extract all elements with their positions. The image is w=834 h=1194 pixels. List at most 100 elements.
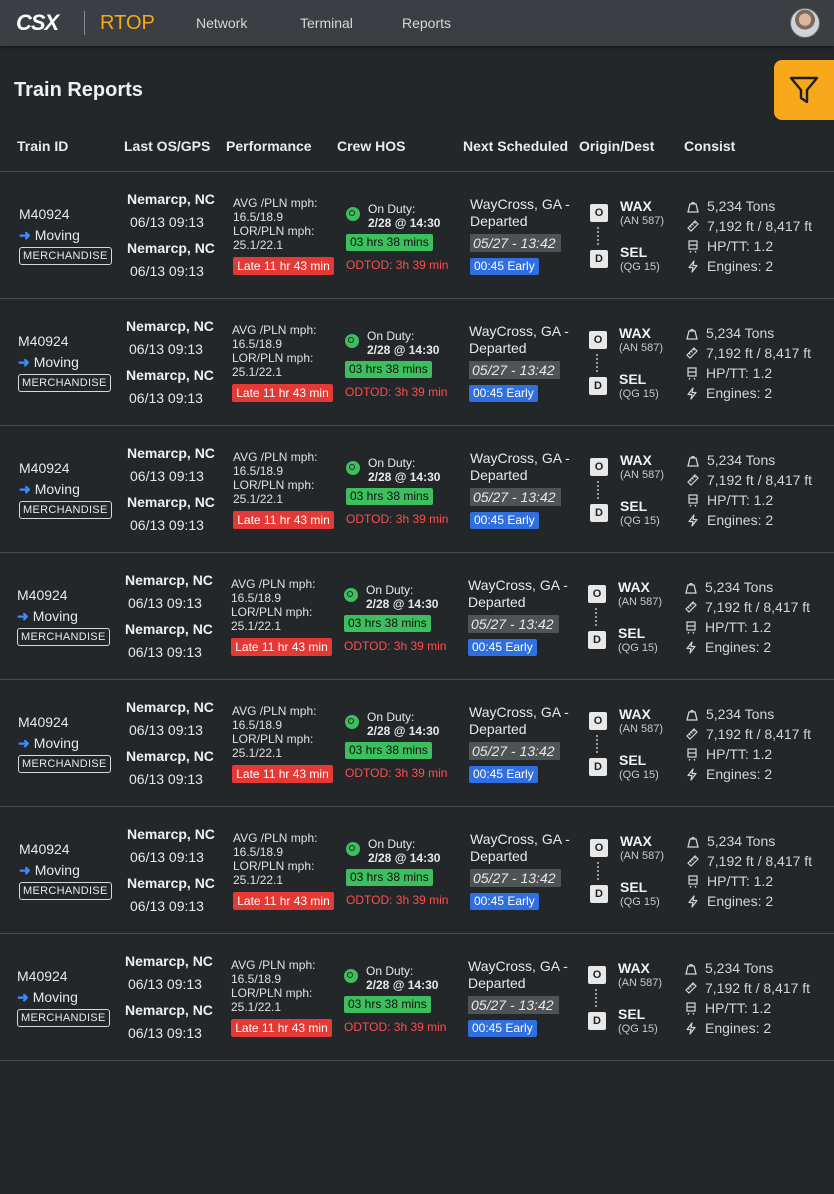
destination-station[interactable]: SEL [618,625,645,641]
train-id[interactable]: M40924 [18,714,69,730]
train-status-label: Moving [34,862,80,878]
train-id[interactable]: M40924 [19,206,70,222]
train-type-badge: MERCHANDISE [18,374,111,392]
origin-station[interactable]: WAX [620,452,652,468]
destination-station-code: (QG 15) [620,515,660,527]
performance-stats: AVG /PLN mph: 16.5/18.9 LOR/PLN mph: 25.… [231,958,315,1014]
next-scheduled: WayCross, GA - Departed [470,831,570,865]
next-location: WayCross, GA - [469,323,569,339]
hptt-value: HP/TT: 1.2 [705,619,772,635]
weight-icon [687,455,699,467]
last-gps-time: 06/13 09:13 [129,771,203,787]
table-row[interactable]: M40924 ➜ Moving MERCHANDISE Nemarcp, NC 0… [0,807,834,934]
origin-station-code: (AN 587) [620,850,665,862]
destination-station[interactable]: SEL [620,498,647,514]
consist-engines: Engines: 2 [686,385,772,401]
origin-station[interactable]: WAX [620,833,652,849]
last-gps-time: 06/13 09:13 [128,1025,202,1041]
col-header-train-id[interactable]: Train ID [17,138,68,154]
app-name[interactable]: RTOP [100,12,155,35]
hos-remaining-badge: 03 hrs 38 mins [346,234,433,251]
arrow-right-icon: ➜ [18,735,30,751]
table-row[interactable]: M40924 ➜ Moving MERCHANDISE Nemarcp, NC 0… [0,426,834,553]
origin-marker: O [590,204,608,222]
scheduled-time: 05/27 - 13:42 [468,996,559,1014]
destination-station[interactable]: SEL [619,752,646,768]
train-id[interactable]: M40924 [17,968,68,984]
consist-length: 7,192 ft / 8,417 ft [686,726,811,742]
early-badge: 00:45 Early [470,258,539,275]
scheduled-time: 05/27 - 13:42 [468,615,559,633]
nav-reports[interactable]: Reports [402,15,451,31]
col-header-next-scheduled[interactable]: Next Scheduled [463,138,568,154]
destination-station[interactable]: SEL [620,244,647,260]
clock-icon [344,969,358,983]
train-status-label: Moving [32,989,78,1005]
last-os-location: Nemarcp, NC [126,699,214,715]
origin-station[interactable]: WAX [619,325,651,341]
avg-pln-label: AVG /PLN mph: [233,831,318,845]
destination-station-code: (QG 15) [620,896,660,908]
origin-station[interactable]: WAX [618,960,650,976]
length-value: 7,192 ft / 8,417 ft [706,345,812,361]
csx-logo[interactable]: CSX [16,10,59,36]
train-status-label: Moving [33,354,79,370]
destination-marker: D [590,885,608,903]
col-header-last-os-gps[interactable]: Last OS/GPS [124,138,210,154]
train-id[interactable]: M40924 [19,841,70,857]
table-row[interactable]: M40924 ➜ Moving MERCHANDISE Nemarcp, NC 0… [0,934,834,1061]
odtod-text: ODTOD: 3h 39 min [345,766,448,780]
table-row[interactable]: M40924 ➜ Moving MERCHANDISE Nemarcp, NC 0… [0,553,834,680]
train-icon [688,239,698,253]
hptt-value: HP/TT: 1.2 [705,1000,772,1016]
nav-network[interactable]: Network [196,15,247,31]
train-icon [688,493,698,507]
consist-engines: Engines: 2 [686,766,772,782]
nav-terminal[interactable]: Terminal [300,15,353,31]
tons-value: 5,234 Tons [705,579,774,595]
late-badge: Late 11 hr 43 min [231,638,332,656]
table-row[interactable]: M40924 ➜ Moving MERCHANDISE Nemarcp, NC 0… [0,172,834,299]
train-type-badge: MERCHANDISE [19,501,112,519]
train-status-label: Moving [33,735,79,751]
destination-station[interactable]: SEL [620,879,647,895]
late-badge: Late 11 hr 43 min [231,1019,332,1037]
col-header-crew-hos[interactable]: Crew HOS [337,138,405,154]
col-header-consist[interactable]: Consist [684,138,735,154]
train-id[interactable]: M40924 [19,460,70,476]
on-duty-time: 2/28 @ 14:30 [368,216,441,230]
origin-station[interactable]: WAX [620,198,652,214]
consist-length: 7,192 ft / 8,417 ft [687,218,812,234]
origin-station[interactable]: WAX [619,706,651,722]
table-row[interactable]: M40924 ➜ Moving MERCHANDISE Nemarcp, NC 0… [0,680,834,807]
late-badge: Late 11 hr 43 min [232,765,333,783]
train-id[interactable]: M40924 [17,587,68,603]
destination-station[interactable]: SEL [618,1006,645,1022]
filter-icon [789,76,819,104]
destination-marker: D [588,1012,606,1030]
train-id[interactable]: M40924 [18,333,69,349]
table-row[interactable]: M40924 ➜ Moving MERCHANDISE Nemarcp, NC 0… [0,299,834,426]
origin-station[interactable]: WAX [618,579,650,595]
route-connector [595,989,597,1007]
consist-length: 7,192 ft / 8,417 ft [687,853,812,869]
arrow-right-icon: ➜ [17,989,29,1005]
route-connector [597,481,599,499]
col-header-performance[interactable]: Performance [226,138,312,154]
train-type-badge: MERCHANDISE [19,882,112,900]
user-avatar[interactable] [790,8,820,38]
lor-pln-label: LOR/PLN mph: [233,224,315,238]
filter-button[interactable] [774,60,834,120]
train-status-label: Moving [32,608,78,624]
train-status: ➜ Moving [19,481,80,498]
length-value: 7,192 ft / 8,417 ft [706,726,812,742]
destination-station[interactable]: SEL [619,371,646,387]
avg-pln-label: AVG /PLN mph: [232,704,317,718]
col-header-origin-dest[interactable]: Origin/Dest [579,138,654,154]
on-duty-time: 2/28 @ 14:30 [366,597,439,611]
origin-station-code: (AN 587) [619,723,664,735]
weight-icon [687,201,699,213]
last-os-time: 06/13 09:13 [129,341,203,357]
ruler-icon [687,220,699,232]
lor-pln-label: LOR/PLN mph: [231,605,313,619]
